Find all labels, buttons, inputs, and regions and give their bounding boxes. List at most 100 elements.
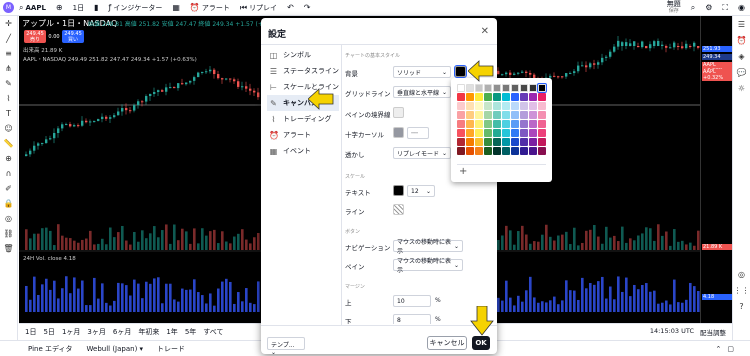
color-swatch[interactable] — [538, 111, 546, 119]
color-swatch[interactable] — [466, 120, 474, 128]
color-swatch[interactable] — [537, 83, 547, 93]
sell-button[interactable]: 249.45 売り — [24, 30, 46, 43]
color-swatch[interactable] — [502, 147, 510, 155]
color-swatch[interactable] — [475, 93, 483, 101]
trendline-icon[interactable]: ╱ — [6, 34, 11, 44]
chart-type-button[interactable]: ▮ — [89, 3, 103, 12]
color-swatch[interactable] — [529, 138, 537, 146]
range-button[interactable]: 年初来 — [138, 327, 159, 337]
color-swatch[interactable] — [493, 138, 501, 146]
color-swatch[interactable] — [520, 138, 528, 146]
color-swatch[interactable] — [538, 102, 546, 110]
range-button[interactable]: 5年 — [185, 327, 196, 337]
layout-button[interactable]: 無題 保存 — [662, 0, 686, 15]
color-swatch[interactable] — [484, 129, 492, 137]
grid-lines-select[interactable]: 垂直線と水平線 ⌄ — [393, 86, 451, 98]
color-swatch[interactable] — [493, 111, 501, 119]
templates-button[interactable]: ▦ — [167, 3, 185, 12]
color-swatch[interactable] — [475, 129, 483, 137]
color-swatch[interactable] — [493, 120, 501, 128]
color-swatch[interactable] — [529, 102, 537, 110]
text-color-swatch[interactable] — [393, 185, 404, 196]
color-swatch[interactable] — [529, 111, 537, 119]
pencil-lock-icon[interactable]: ✐ — [5, 184, 12, 194]
nav-symbol[interactable]: ◫ シンボル — [267, 47, 339, 63]
margin-bottom-input[interactable]: 8 — [393, 314, 431, 324]
color-swatch[interactable] — [511, 138, 519, 146]
color-swatch[interactable] — [520, 120, 528, 128]
range-button[interactable]: 3ヶ月 — [87, 327, 105, 337]
color-swatch[interactable] — [457, 138, 465, 146]
color-swatch[interactable] — [457, 84, 465, 92]
color-swatch[interactable] — [502, 129, 510, 137]
color-swatch[interactable] — [493, 84, 501, 92]
alert-button[interactable]: ⏰ アラート — [185, 3, 235, 13]
apps-icon[interactable]: ⋮⋮ — [734, 286, 750, 295]
pane-separator-swatch[interactable] — [393, 107, 404, 118]
color-swatch[interactable] — [538, 129, 546, 137]
link-icon[interactable]: ⛓ — [3, 229, 13, 239]
avatar[interactable]: M — [3, 2, 14, 13]
pane-buttons-select[interactable]: マウスの移動時に表示 ⌄ — [393, 258, 463, 274]
color-swatch[interactable] — [520, 84, 528, 92]
shapes-icon[interactable]: ✎ — [5, 79, 12, 89]
color-swatch[interactable] — [484, 120, 492, 128]
collapse-icon[interactable]: ⌃ — [716, 345, 722, 353]
color-swatch[interactable] — [466, 93, 474, 101]
color-swatch[interactable] — [520, 93, 528, 101]
text-icon[interactable]: T — [6, 109, 11, 119]
range-button[interactable]: 1日 — [25, 327, 36, 337]
color-swatch[interactable] — [520, 111, 528, 119]
snapshot-button[interactable]: ◉ — [733, 3, 750, 12]
scale-line-color-swatch[interactable] — [393, 204, 404, 215]
color-swatch[interactable] — [538, 138, 546, 146]
template-select[interactable]: テンプ... ⌄ — [267, 337, 305, 356]
ok-button[interactable]: OK — [472, 336, 490, 350]
color-swatch[interactable] — [484, 138, 492, 146]
color-swatch[interactable] — [475, 84, 483, 92]
color-swatch[interactable] — [511, 147, 519, 155]
indicators-button[interactable]: ƒ インジケーター — [104, 3, 168, 13]
dividend-adjust-button[interactable]: 配当調整 — [700, 327, 726, 337]
color-swatch[interactable] — [529, 84, 537, 92]
color-swatch[interactable] — [511, 111, 519, 119]
color-swatch[interactable] — [511, 102, 519, 110]
maximize-icon[interactable]: ▢ — [727, 345, 734, 353]
add-custom-color-icon[interactable]: + — [459, 166, 467, 177]
color-swatch[interactable] — [511, 129, 519, 137]
font-size-select[interactable]: 12 ⌄ — [407, 185, 435, 197]
color-swatch[interactable] — [457, 102, 465, 110]
add-symbol-button[interactable]: ⊕ — [51, 3, 68, 12]
color-swatch[interactable] — [475, 111, 483, 119]
trash-icon[interactable]: 🗑 — [3, 244, 13, 254]
color-swatch[interactable] — [484, 111, 492, 119]
color-swatch[interactable] — [475, 138, 483, 146]
margin-top-input[interactable]: 10 — [393, 295, 431, 307]
cancel-button[interactable]: キャンセル — [427, 336, 467, 350]
color-swatch[interactable] — [511, 93, 519, 101]
search-button[interactable]: ⌕ — [686, 3, 700, 13]
alerts-icon[interactable]: ⏰ — [737, 36, 747, 45]
color-swatch[interactable] — [520, 129, 528, 137]
color-swatch[interactable] — [502, 120, 510, 128]
color-swatch[interactable] — [538, 120, 546, 128]
ideas-icon[interactable]: ☼ — [738, 84, 745, 93]
color-swatch[interactable] — [502, 84, 510, 92]
eye-icon[interactable]: ◎ — [5, 214, 12, 224]
color-swatch[interactable] — [538, 147, 546, 155]
settings-button[interactable]: ⚙ — [700, 3, 717, 12]
color-swatch[interactable] — [484, 84, 492, 92]
crosshair-icon[interactable]: ✛ — [5, 19, 12, 29]
range-button[interactable]: 5日 — [43, 327, 54, 337]
color-swatch[interactable] — [529, 129, 537, 137]
lines-icon[interactable]: ≡ — [5, 49, 12, 59]
color-swatch[interactable] — [529, 120, 537, 128]
range-button[interactable]: 1ヶ月 — [62, 327, 80, 337]
replay-button[interactable]: ⏮ リプレイ — [235, 3, 282, 13]
color-swatch[interactable] — [466, 84, 474, 92]
color-swatch[interactable] — [529, 93, 537, 101]
watchlist-icon[interactable]: ☰ — [738, 20, 745, 29]
range-button[interactable]: すべて — [203, 327, 223, 337]
tab-trade[interactable]: トレード — [157, 344, 185, 354]
pitchfork-icon[interactable]: ⋔ — [5, 64, 12, 74]
